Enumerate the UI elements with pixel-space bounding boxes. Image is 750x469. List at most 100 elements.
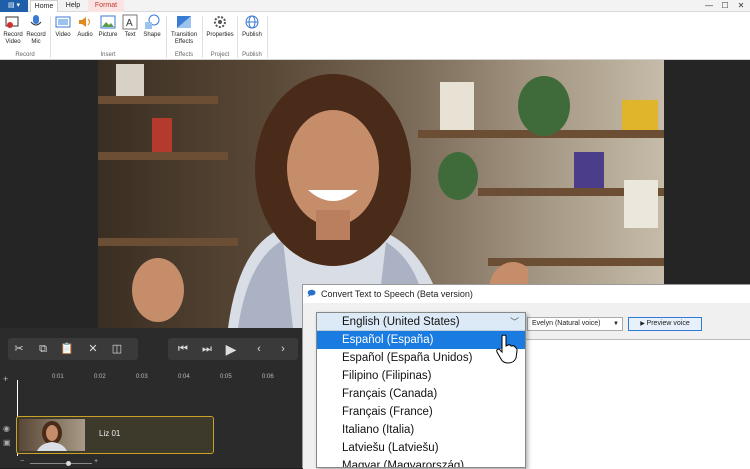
language-option[interactable]: Français (France)	[317, 403, 525, 421]
record-video-icon	[5, 16, 19, 28]
shape-button[interactable]: Shape	[141, 14, 163, 50]
timeline-clip[interactable]: Liz 01	[16, 416, 214, 454]
language-option[interactable]: Français (Canada)	[317, 385, 525, 403]
tick-label: 0:06	[262, 374, 274, 380]
group-separator	[202, 16, 203, 58]
app-menu-caret: ▾	[16, 2, 21, 9]
language-option[interactable]: Latviešu (Latviešu)	[317, 439, 525, 457]
language-option[interactable]: Español (España Unidos)	[317, 349, 525, 367]
picture-icon	[100, 15, 116, 29]
chevron-down-icon: ▼	[613, 321, 619, 327]
publish-label: Publish	[242, 32, 262, 38]
group-label-record: Record	[15, 52, 35, 58]
transition-effects-label: Transition Effects	[170, 32, 198, 45]
group-label-insert: Insert	[100, 52, 116, 58]
transition-effects-button[interactable]: Transition Effects	[169, 14, 199, 50]
visibility-icon[interactable]: ◉	[3, 424, 10, 433]
tab-home[interactable]: Home	[30, 0, 58, 12]
preview-voice-button[interactable]: ▶ Preview voice	[628, 317, 702, 331]
gear-icon	[214, 16, 226, 28]
record-video-label: Record Video	[3, 32, 23, 45]
group-label-effects: Effects	[174, 52, 194, 58]
app-menu-button[interactable]: ▤ ▾	[0, 0, 28, 12]
tick-label: 0:05	[220, 374, 232, 380]
text-icon: A	[122, 14, 138, 30]
video-label: Video	[55, 32, 71, 38]
maximize-button[interactable]: ☐	[718, 0, 732, 12]
properties-button[interactable]: Properties	[205, 14, 235, 50]
app-menu-icon: ▤	[7, 2, 17, 9]
voice-select[interactable]: Evelyn (Natural voice) ▼	[527, 317, 623, 331]
language-option[interactable]: Filipino (Filipinas)	[317, 367, 525, 385]
paste-icon[interactable]: 📋	[56, 338, 78, 360]
record-mic-button[interactable]: Record Mic	[25, 14, 47, 50]
transition-effects-icon	[177, 16, 191, 28]
picture-button[interactable]: Picture	[97, 14, 119, 50]
language-option[interactable]: Magyar (Magyarország)	[317, 457, 525, 467]
video-button[interactable]: Video	[53, 14, 73, 50]
minimize-button[interactable]: —	[702, 0, 716, 12]
clip-label: Liz 01	[99, 429, 121, 438]
speech-text-input[interactable]	[525, 339, 750, 469]
language-option[interactable]: Italiano (Italia)	[317, 421, 525, 439]
ribbon: Record Video Record Mic Video Audio Pict…	[0, 12, 750, 60]
book	[624, 180, 658, 228]
timeline-ruler[interactable]: 0:01 0:02 0:03 0:04 0:05 0:06	[16, 372, 306, 388]
picture-label: Picture	[98, 32, 118, 38]
zoom-in-icon[interactable]: +	[94, 458, 98, 465]
properties-label: Properties	[206, 32, 234, 38]
group-label-publish: Publish	[242, 52, 262, 58]
language-selected-label: English (United States)	[342, 316, 460, 328]
voice-select-value: Evelyn (Natural voice)	[532, 320, 601, 327]
shape-label: Shape	[143, 32, 161, 38]
add-track-icon[interactable]: +	[3, 374, 8, 384]
tick-label: 0:04	[178, 374, 190, 380]
group-label-project: Project	[210, 52, 230, 58]
hand-cursor-icon	[496, 334, 518, 364]
group-separator	[50, 16, 51, 58]
crop-icon[interactable]: ◫	[106, 338, 128, 360]
audio-button[interactable]: Audio	[75, 14, 95, 50]
text-button[interactable]: A Text	[121, 14, 139, 50]
clip-thumbnail-image	[37, 421, 67, 451]
zoom-slider[interactable]: − +	[20, 458, 100, 467]
tick-label: 0:02	[94, 374, 106, 380]
skip-start-icon[interactable]: ⏮	[172, 338, 194, 360]
split-icon[interactable]: ✕	[82, 338, 104, 360]
copy-icon[interactable]: ⧉	[32, 338, 54, 360]
tick-label: 0:01	[52, 374, 64, 380]
cut-icon[interactable]: ✂	[8, 338, 30, 360]
microphone-icon	[30, 15, 42, 26]
lock-icon[interactable]: ▣	[3, 438, 11, 447]
publish-button[interactable]: Publish	[240, 14, 264, 50]
book	[622, 100, 658, 130]
play-icon[interactable]: ▶	[220, 338, 242, 360]
zoom-out-icon[interactable]: −	[20, 458, 24, 465]
group-separator	[267, 16, 268, 58]
language-dropdown-selected[interactable]: English (United States) ﹀	[317, 313, 525, 331]
record-video-button[interactable]: Record Video	[2, 14, 24, 50]
svg-text:A: A	[126, 18, 133, 29]
playback-toolbar: ⏮ ⏭ ▶ ‹ ›	[168, 338, 298, 360]
step-forward-icon[interactable]: ⏭	[196, 338, 218, 360]
group-separator	[237, 16, 238, 58]
close-button[interactable]: ✕	[734, 0, 748, 12]
audio-label: Audio	[77, 32, 93, 38]
chevron-down-icon: ﹀	[509, 317, 519, 327]
zoom-track	[30, 463, 92, 464]
tab-format[interactable]: Format	[88, 0, 124, 12]
edit-toolbar: ✂ ⧉ 📋 ✕ ◫	[8, 338, 138, 360]
language-option[interactable]: Español (España)	[317, 331, 525, 349]
zoom-thumb[interactable]	[66, 461, 71, 466]
next-icon[interactable]: ›	[272, 338, 294, 360]
previous-icon[interactable]: ‹	[248, 338, 270, 360]
video-icon	[55, 16, 71, 28]
tab-help[interactable]: Help	[60, 0, 86, 12]
dialog-title: Convert Text to Speech (Beta version)	[321, 289, 473, 299]
shape-icon	[145, 14, 160, 29]
language-dropdown[interactable]: English (United States) ﹀ Español (Españ…	[316, 312, 526, 468]
speaker-icon	[79, 17, 90, 27]
clip-thumbnail	[19, 419, 85, 451]
group-separator	[166, 16, 167, 58]
record-mic-label: Record Mic	[26, 32, 46, 45]
